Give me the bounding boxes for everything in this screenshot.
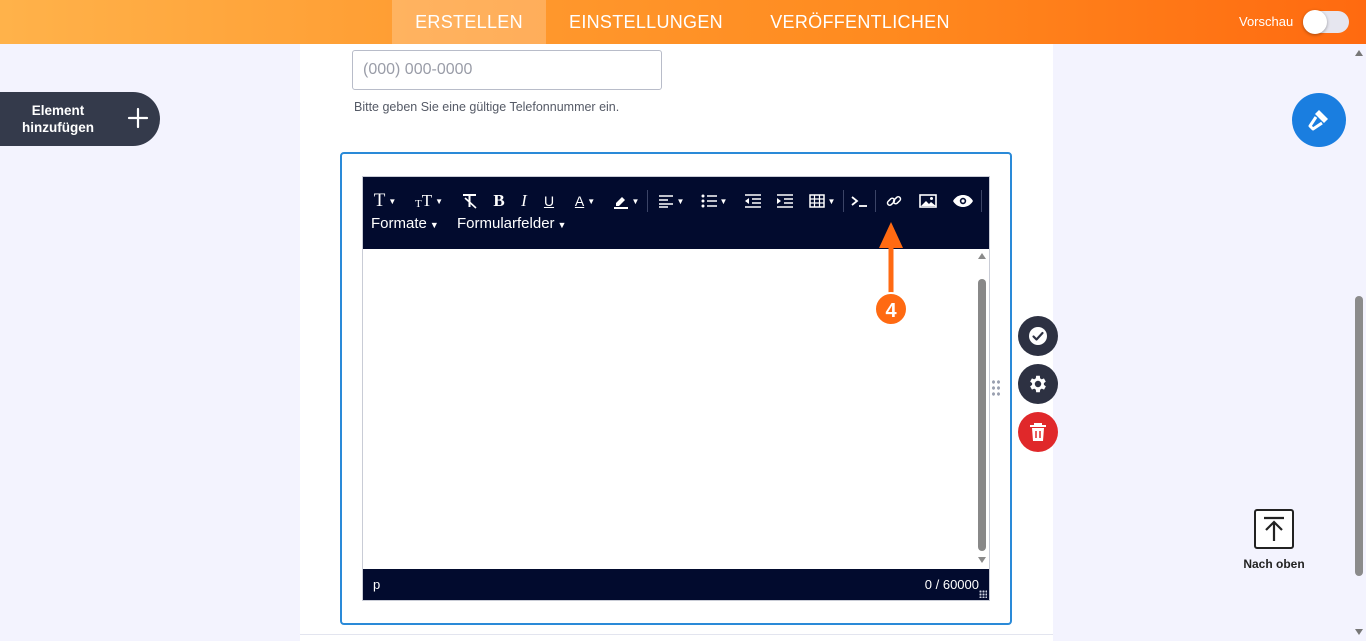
outdent-icon[interactable] [743, 190, 763, 212]
add-element-button[interactable]: Element hinzufügen [0, 92, 160, 146]
text-color-icon[interactable]: A ▼ [571, 190, 599, 212]
paint-roller-icon [1308, 110, 1328, 131]
preview-label: Vorschau [1239, 14, 1294, 29]
preview-toggle[interactable] [1303, 10, 1349, 34]
top-navigation-bar: ERSTELLEN EINSTELLUNGEN VERÖFFENTLICHEN … [0, 0, 1366, 44]
page-scroll-down[interactable] [1355, 629, 1363, 635]
editor-statusbar: p 0 / 60000 [363, 569, 989, 600]
scroll-thumb[interactable] [978, 279, 986, 551]
formats-label: Formate [371, 215, 427, 232]
toolbar-separator [647, 190, 648, 212]
tab-veroeffentlichen[interactable]: VERÖFFENTLICHEN [760, 0, 960, 44]
highlight-icon[interactable]: ▼ [611, 190, 641, 212]
tab-einstellungen[interactable]: EINSTELLUNGEN [558, 0, 734, 44]
element-path: p [373, 577, 381, 592]
code-icon[interactable] [849, 190, 869, 212]
settings-button[interactable] [1018, 364, 1058, 404]
back-to-top-label: Nach oben [1243, 557, 1305, 571]
page-scroll-thumb[interactable] [1355, 296, 1363, 576]
scroll-down-arrow[interactable] [978, 557, 986, 563]
font-family-icon[interactable]: T ▼ [371, 190, 399, 212]
divider [300, 634, 1053, 635]
plus-icon [126, 106, 150, 135]
image-icon[interactable] [917, 190, 939, 212]
indent-icon[interactable] [775, 190, 795, 212]
annotation-arrow [879, 222, 903, 298]
trash-icon [1030, 423, 1046, 441]
align-icon[interactable]: ▼ [655, 190, 687, 212]
editor-scrollbar[interactable] [975, 249, 989, 569]
check-icon [1029, 327, 1047, 345]
formats-dropdown[interactable]: Formate ▼ [371, 215, 439, 232]
confirm-button[interactable] [1018, 316, 1058, 356]
gear-icon [1030, 375, 1046, 393]
toolbar-separator [981, 190, 982, 212]
delete-button[interactable] [1018, 412, 1058, 452]
link-icon[interactable] [883, 190, 905, 212]
preview-icon[interactable] [951, 190, 975, 212]
italic-icon[interactable]: I [517, 190, 531, 212]
clear-format-icon[interactable] [459, 190, 481, 212]
bullet-list-icon[interactable]: ▼ [699, 190, 729, 212]
page-scroll-up[interactable] [1355, 50, 1363, 56]
phone-input[interactable] [352, 50, 662, 90]
scroll-up-arrow[interactable] [978, 253, 986, 259]
table-icon[interactable]: ▼ [807, 190, 837, 212]
drag-handle-icon[interactable] [991, 379, 1001, 397]
font-size-icon[interactable]: T T ▼ [411, 190, 447, 212]
form-designer-button[interactable] [1292, 93, 1346, 147]
tab-erstellen[interactable]: ERSTELLEN [392, 0, 546, 44]
back-to-top-button[interactable] [1254, 509, 1294, 549]
arrow-up-icon [1264, 516, 1284, 541]
page-scrollbar[interactable] [1352, 44, 1366, 641]
step-badge: 4 [874, 292, 908, 326]
underline-icon[interactable]: U [541, 190, 557, 212]
resize-grip-icon[interactable] [979, 590, 987, 598]
form-fields-label: Formularfelder [457, 215, 555, 232]
toolbar-separator [875, 190, 876, 212]
toolbar-separator [843, 190, 844, 212]
bold-icon[interactable]: B [491, 190, 507, 212]
char-count: 0 / 60000 [924, 577, 979, 592]
preview-toggle-knob [1303, 10, 1327, 34]
add-element-label: Element hinzufügen [22, 103, 94, 135]
phone-hint: Bitte geben Sie eine gültige Telefonnumm… [354, 100, 620, 114]
form-fields-dropdown[interactable]: Formularfelder ▼ [457, 215, 566, 232]
